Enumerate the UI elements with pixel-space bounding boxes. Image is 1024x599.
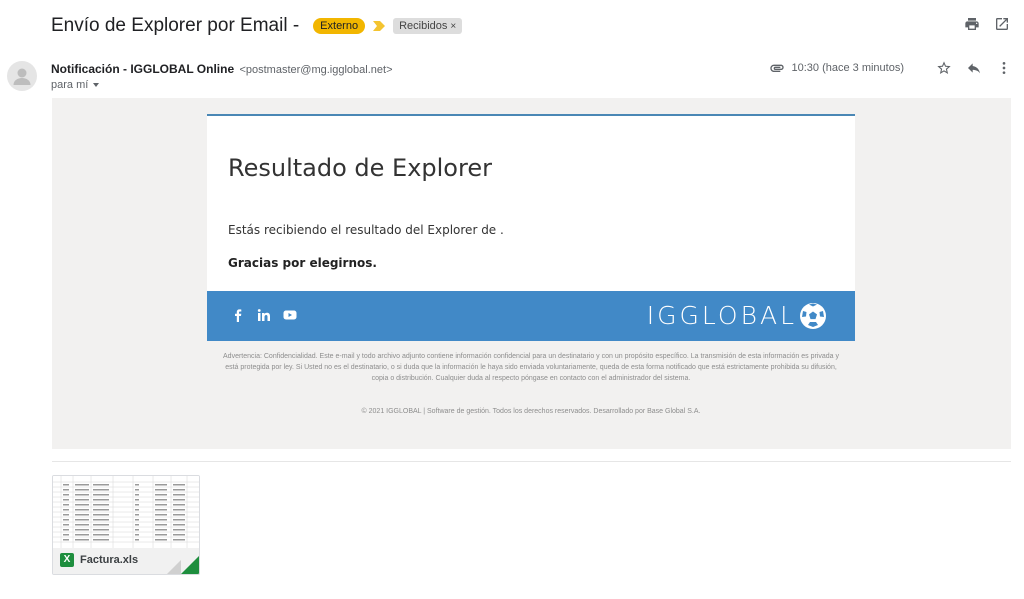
email-body-text: Estás recibiendo el resultado del Explor…	[228, 223, 504, 237]
copyright-notice: © 2021 IGGLOBAL | Software de gestión. T…	[361, 408, 701, 415]
attachment-icon	[770, 64, 785, 72]
youtube-icon[interactable]	[283, 308, 297, 322]
print-icon[interactable]	[964, 16, 980, 32]
spreadsheet-preview	[53, 476, 199, 548]
top-actions	[964, 16, 1010, 32]
label-recibidos-text: Recibidos	[399, 20, 448, 32]
message-time: 10:30 (hace 3 minutos)	[791, 62, 904, 74]
label-externo[interactable]: Externo	[313, 18, 366, 34]
sender-avatar[interactable]	[7, 61, 37, 91]
recipient-line: para mí	[51, 79, 89, 91]
chevron-down-icon[interactable]	[93, 83, 100, 87]
excel-file-icon: X	[60, 553, 74, 567]
brand-logo-text: IGGLOBAL	[646, 301, 797, 330]
email-thanks: Gracias por elegirnos.	[228, 256, 377, 270]
soccer-ball-icon	[800, 302, 826, 329]
importance-marker-icon[interactable]	[373, 21, 386, 31]
sender-line: Notificación - IGGLOBAL Online <postmast…	[51, 62, 393, 76]
star-icon[interactable]	[936, 60, 952, 76]
avatar-person-icon	[13, 68, 31, 85]
recipient-details-toggle[interactable]: para mí	[51, 79, 100, 91]
subject-row: Envío de Explorer por Email - Externo Re…	[51, 14, 463, 38]
message-meta: 10:30 (hace 3 minutos)	[769, 60, 1012, 76]
attachment-card[interactable]: X Factura.xls	[52, 475, 200, 575]
remove-label-icon[interactable]: ×	[450, 21, 456, 32]
sender-name[interactable]: Notificación - IGGLOBAL Online	[51, 62, 234, 76]
page-fold-decoration	[167, 560, 181, 574]
facebook-icon[interactable]	[231, 308, 245, 322]
email-subject: Envío de Explorer por Email -	[51, 15, 300, 36]
more-options-icon[interactable]	[996, 60, 1012, 76]
email-heading: Resultado de Explorer	[228, 154, 492, 182]
email-body: Resultado de Explorer Estás recibiendo e…	[52, 98, 1011, 449]
file-type-corner-marker	[181, 556, 199, 574]
attachments-divider	[52, 461, 1011, 462]
sender-email: <postmaster@mg.igglobal.net>	[239, 64, 393, 76]
linkedin-icon[interactable]	[257, 308, 271, 322]
confidentiality-disclaimer: Advertencia: Confidencialidad. Este e-ma…	[223, 353, 839, 382]
label-recibidos[interactable]: Recibidos ×	[393, 18, 463, 34]
open-in-new-window-icon[interactable]	[994, 16, 1010, 32]
email-footer-bar: IGGLOBAL	[207, 291, 855, 341]
email-card: Resultado de Explorer Estás recibiendo e…	[207, 114, 855, 291]
attachment-filename: Factura.xls	[80, 554, 139, 566]
reply-icon[interactable]	[966, 60, 982, 76]
brand-logo: IGGLOBAL	[647, 301, 827, 330]
